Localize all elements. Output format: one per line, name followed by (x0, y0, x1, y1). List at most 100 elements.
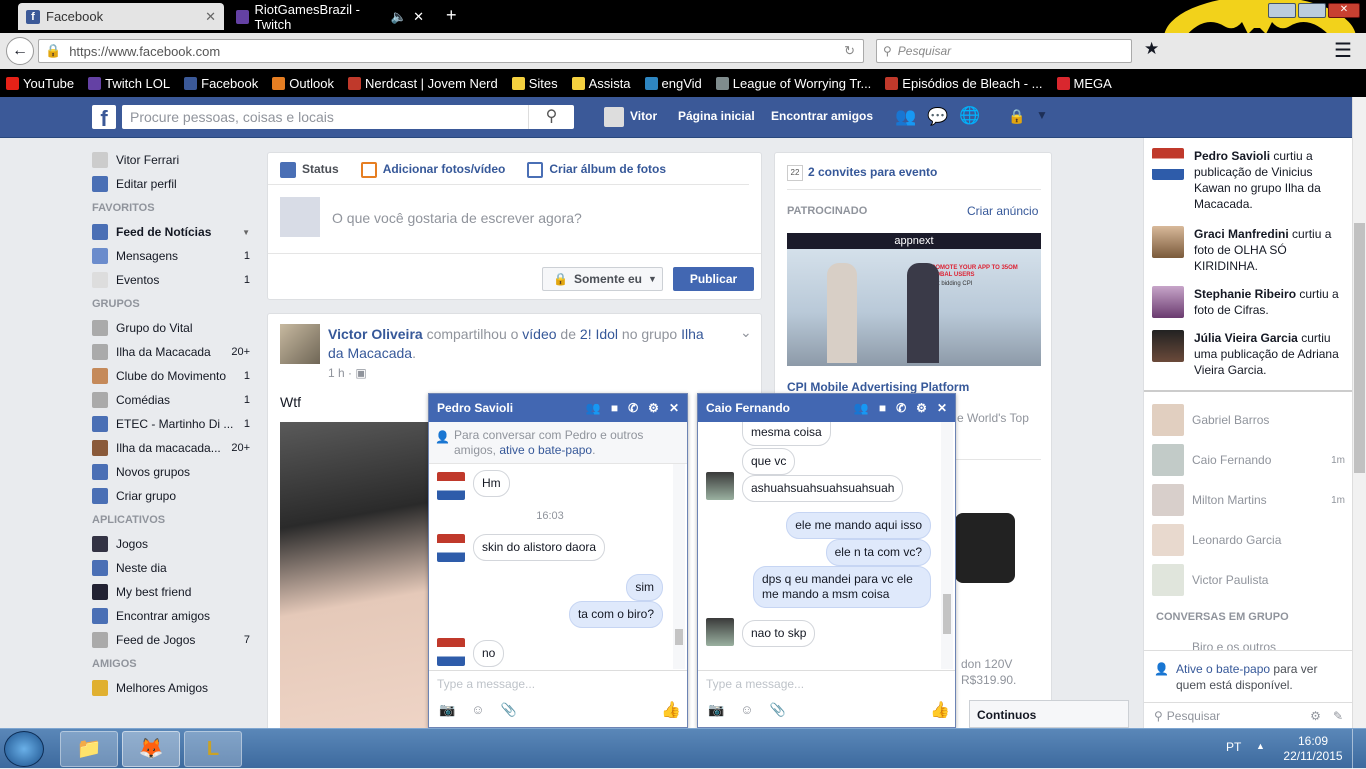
close-icon[interactable]: ✕ (937, 401, 947, 415)
messages-icon[interactable]: 💬 (927, 107, 948, 127)
ticker-item[interactable]: Júlia Vieira Garcia curtiu uma publicaçã… (1144, 330, 1352, 378)
compose-icon[interactable]: ✎ (1333, 709, 1343, 723)
bookmark-item[interactable]: Facebook (184, 76, 258, 91)
gear-icon[interactable]: ⚙ (916, 401, 927, 415)
show-desktop-button[interactable] (1352, 729, 1366, 769)
edit-profile-link[interactable]: Editar perfil (92, 172, 250, 196)
video-call-icon[interactable]: ■ (611, 401, 618, 415)
post-author-link[interactable]: Victor Oliveira (328, 326, 423, 342)
facebook-logo-icon[interactable]: f (92, 105, 116, 131)
tray-expand-icon[interactable]: ▲ (1256, 741, 1265, 751)
tab-facebook[interactable]: f Facebook ✕ (18, 3, 224, 30)
user-avatar[interactable] (604, 107, 624, 127)
firefox-taskbar-icon[interactable]: 🦊 (122, 731, 180, 767)
chat-friend-item[interactable]: Caio Fernando 1m (1144, 440, 1353, 480)
restore-button[interactable] (1298, 3, 1326, 18)
like-thumb-icon[interactable]: 👍 (661, 700, 681, 720)
browser-search-input[interactable]: ⚲ Pesquisar (876, 39, 1132, 63)
sidebar-item-group[interactable]: Clube do Movimento 1 (92, 364, 250, 388)
ticker-item[interactable]: Graci Manfredini curtiu a foto de OLHA S… (1144, 226, 1352, 274)
chat-scroll-thumb[interactable] (675, 629, 683, 645)
post-group-link-2[interactable]: da Macacada (328, 345, 412, 361)
add-friend-icon[interactable]: 👥 (586, 401, 601, 415)
fb-search-input[interactable]: Procure pessoas, coisas e locais ⚲ (122, 105, 574, 129)
header-user-name[interactable]: Vitor (630, 109, 657, 123)
bookmark-item[interactable]: Episódios de Bleach - ... (885, 76, 1043, 91)
chat-scrollbar[interactable] (941, 422, 953, 669)
chat-friend-item[interactable]: Milton Martins 1m (1144, 480, 1353, 520)
menu-hamburger-icon[interactable]: ☰ (1334, 38, 1352, 63)
gear-icon[interactable]: ⚙ (648, 401, 659, 415)
event-invites-link[interactable]: 2 convites para evento (808, 165, 937, 179)
bookmark-item[interactable]: engVid (644, 76, 702, 91)
ad-title-link[interactable]: CPI Mobile Advertising Platform (787, 380, 969, 394)
publish-button[interactable]: Publicar (673, 267, 754, 291)
notifications-globe-icon[interactable]: 🌐 (959, 106, 980, 126)
gear-icon[interactable]: ⚙ (1310, 709, 1321, 723)
tab-create-album[interactable]: Criar álbum de fotos (527, 162, 666, 184)
profile-link[interactable]: Vitor Ferrari (92, 148, 250, 172)
chat-header[interactable]: Caio Fernando 👥 ■ ✆ ⚙ ✕ (698, 394, 955, 422)
activate-chat-link[interactable]: ative o bate-papo (499, 443, 592, 457)
minimize-button[interactable] (1268, 3, 1296, 18)
clock[interactable]: 16:09 22/11/2015 (1282, 734, 1344, 764)
url-bar[interactable]: 🔒 https://www.facebook.com ↻ (38, 39, 864, 63)
scrollbar-thumb[interactable] (1354, 223, 1365, 473)
post-video-link[interactable]: vídeo (522, 326, 556, 342)
bookmark-item[interactable]: Assista (571, 76, 631, 91)
chat-friend-item[interactable]: Leonardo Garcia (1144, 520, 1353, 560)
sidebar-item-favorite[interactable]: Mensagens 1 (92, 244, 250, 268)
post-timestamp[interactable]: 1 h · ▣ (328, 366, 367, 380)
ad-image[interactable]: appnext PROMOTE YOUR APP TO 35OM GLOBAL … (787, 233, 1041, 366)
close-icon[interactable]: ✕ (669, 401, 679, 415)
activate-chat-link[interactable]: Ative o bate-papo (1176, 662, 1270, 676)
ticker-name[interactable]: Graci Manfredini (1194, 227, 1289, 241)
bookmark-item[interactable]: Twitch LOL (88, 76, 170, 91)
sidebar-item-group[interactable]: Ilha da macacada... 20+ (92, 436, 250, 460)
like-thumb-icon[interactable]: 👍 (930, 700, 950, 720)
sidebar-item-group[interactable]: Novos grupos (92, 460, 250, 484)
new-tab-plus-icon[interactable]: + (446, 5, 457, 26)
league-of-legends-taskbar-icon[interactable]: L (184, 731, 242, 767)
bookmark-item[interactable]: League of Worrying Tr... (715, 76, 871, 91)
friend-requests-icon[interactable]: 👥 (895, 107, 916, 127)
header-home-link[interactable]: Página inicial (678, 109, 755, 123)
sidebar-item-app[interactable]: Encontrar amigos (92, 604, 250, 628)
emoji-icon[interactable]: ☺ (740, 702, 753, 718)
chat-friend-item[interactable]: Victor Paulista (1144, 560, 1353, 600)
search-icon[interactable]: ⚲ (528, 105, 574, 129)
post-page-link[interactable]: 2! Idol (580, 326, 618, 342)
ticker-name[interactable]: Stephanie Ribeiro (1194, 287, 1296, 301)
sidebar-item-app[interactable]: Feed de Jogos 7 (92, 628, 250, 652)
privacy-selector[interactable]: 🔒 Somente eu ▼ (542, 267, 663, 291)
header-find-friends-link[interactable]: Encontrar amigos (771, 109, 873, 123)
phone-icon[interactable]: ✆ (896, 401, 906, 415)
ad2-product-image[interactable] (955, 513, 1015, 583)
chat-friend-item[interactable]: Gabriel Barros (1144, 400, 1353, 440)
sidebar-item-group[interactable]: ETEC - Martinho Di ... 1 (92, 412, 250, 436)
bookmark-item[interactable]: YouTube (6, 76, 74, 91)
sidebar-item-group[interactable]: Grupo do Vital (92, 316, 250, 340)
chat-message-input[interactable]: Type a message... (698, 670, 955, 694)
camera-icon[interactable]: 📷 (439, 702, 455, 718)
sidebar-item-group[interactable]: Criar grupo (92, 484, 250, 508)
chat-scrollbar[interactable] (673, 464, 685, 669)
account-dropdown-icon[interactable]: ▼ (1036, 108, 1048, 122)
phone-icon[interactable]: ✆ (628, 401, 638, 415)
sidebar-search-input[interactable]: ⚲ Pesquisar ⚙ ✎ (1144, 702, 1353, 728)
sidebar-item-group[interactable]: Comédias 1 (92, 388, 250, 412)
privacy-shortcuts-icon[interactable]: 🔒 (1008, 108, 1025, 125)
sidebar-item-app[interactable]: My best friend (92, 580, 250, 604)
reload-icon[interactable]: ↻ (844, 43, 855, 59)
post-author-avatar[interactable] (280, 324, 320, 364)
continue-button[interactable]: Continuos (969, 700, 1129, 728)
emoji-icon[interactable]: ☺ (471, 702, 484, 718)
attach-icon[interactable]: 📎 (769, 702, 785, 718)
bookmark-item[interactable]: Outlook (272, 76, 334, 91)
language-indicator[interactable]: PT (1226, 740, 1241, 754)
back-button[interactable]: ← (6, 37, 34, 65)
bookmark-item[interactable]: MEGA (1056, 76, 1112, 91)
ticker-item[interactable]: Stephanie Ribeiro curtiu a foto de Cifra… (1144, 286, 1352, 318)
close-icon[interactable]: ✕ (413, 9, 424, 25)
video-call-icon[interactable]: ■ (879, 401, 886, 415)
